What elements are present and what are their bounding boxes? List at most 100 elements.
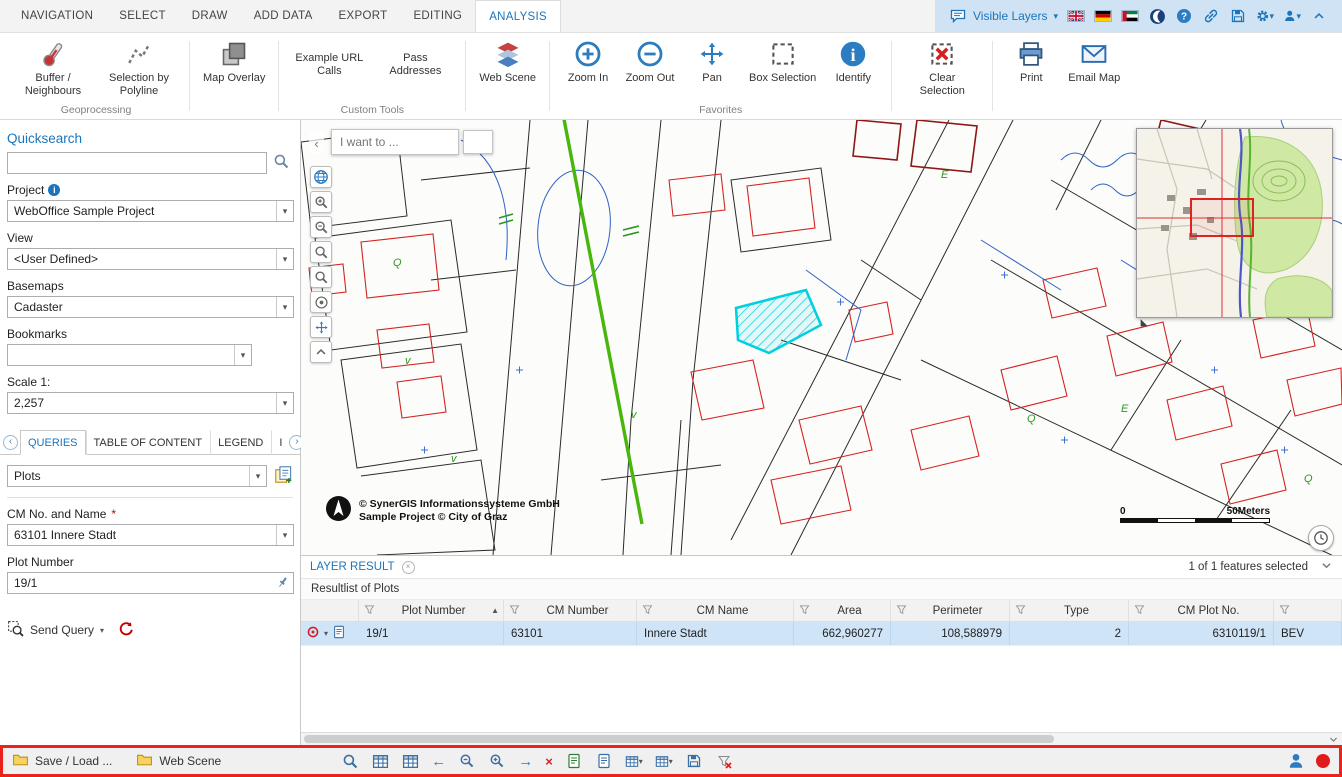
scale-select[interactable]: 2,257 ▾ [7, 392, 294, 414]
report-icon[interactable] [595, 752, 613, 770]
full-extent-tool-icon[interactable] [310, 316, 332, 338]
basemaps-select[interactable]: Cadaster ▾ [7, 296, 294, 318]
zoom-in-button[interactable]: Zoom In [557, 36, 619, 85]
crescent-icon[interactable] [1148, 7, 1166, 25]
filter-icon[interactable] [363, 603, 376, 619]
scroll-down-icon[interactable] [1327, 733, 1340, 745]
time-slider-icon[interactable] [1308, 525, 1334, 551]
next-record-icon[interactable]: → [518, 754, 533, 769]
quicksearch-input[interactable] [7, 152, 267, 174]
remove-selection-icon[interactable]: × [545, 754, 553, 769]
filter-icon[interactable] [1133, 603, 1146, 619]
info-icon[interactable]: i [48, 184, 60, 196]
overview-map[interactable] [1136, 128, 1333, 318]
collapse-ribbon-icon[interactable] [1310, 7, 1328, 25]
zoom-out-button[interactable]: Zoom Out [619, 36, 681, 85]
menu-tab-select[interactable]: SELECT [106, 0, 179, 32]
pan-button[interactable]: Pan [681, 36, 743, 85]
project-select[interactable]: WebOffice Sample Project ▾ [7, 200, 294, 222]
view-select[interactable]: <User Defined> ▾ [7, 248, 294, 270]
save-icon[interactable] [1229, 7, 1247, 25]
identify-button[interactable]: Identify [822, 36, 884, 85]
collapse-tools-icon[interactable] [310, 341, 332, 363]
overview-extent-rectangle[interactable] [1191, 199, 1253, 236]
scrollbar-thumb[interactable] [304, 735, 1054, 743]
send-query-button[interactable]: Send Query [30, 623, 94, 637]
i-want-to-button[interactable] [463, 130, 493, 154]
filter-icon[interactable] [1014, 603, 1027, 619]
result-zoom-icon[interactable] [341, 752, 359, 770]
save-result-icon[interactable] [685, 752, 703, 770]
print-button[interactable]: Print [1000, 36, 1062, 85]
i-want-to-input[interactable] [331, 129, 459, 155]
user-icon[interactable] [1287, 752, 1305, 770]
zoom-next-icon[interactable] [488, 752, 506, 770]
example-url-calls-button[interactable]: Example URL Calls [286, 36, 372, 78]
collapse-panel-icon[interactable] [1320, 559, 1333, 575]
tab-table-of-content[interactable]: TABLE OF CONTENT [86, 430, 211, 455]
menu-tab-add-data[interactable]: ADD DATA [241, 0, 326, 32]
table-export-icon[interactable]: ▾ [625, 752, 643, 770]
zoom-extent-tool-icon[interactable] [310, 266, 332, 288]
menu-tab-navigation[interactable]: NAVIGATION [8, 0, 106, 32]
cm-no-and-name-select[interactable]: 63101 Innere Stadt ▾ [7, 524, 294, 546]
globe-icon[interactable] [310, 166, 332, 188]
map-viewport[interactable]: Q v v E E E Q v E Q ‹ [301, 120, 1342, 555]
close-result-icon[interactable]: × [402, 561, 415, 574]
flag-uk-icon[interactable] [1067, 10, 1085, 22]
filter-icon[interactable] [1278, 603, 1291, 619]
table-row[interactable]: ▾ 19/1 63101 Innere Stadt 662,960277 108… [301, 622, 1342, 646]
filter-icon[interactable] [895, 603, 908, 619]
email-map-button[interactable]: Email Map [1062, 36, 1126, 85]
zoom-to-feature-icon[interactable] [306, 625, 320, 642]
gear-icon[interactable]: ▾ [1256, 7, 1274, 25]
tab-legend[interactable]: LEGEND [210, 430, 271, 455]
feature-info-icon[interactable] [332, 625, 346, 642]
column-perimeter[interactable]: Perimeter [891, 600, 1010, 621]
copy-query-icon[interactable] [274, 465, 293, 487]
tab-queries[interactable]: QUERIES [20, 430, 86, 455]
tab-truncated[interactable]: I [271, 430, 287, 455]
flag-de-icon[interactable] [1094, 10, 1112, 22]
save-load-button[interactable]: Save / Load ... [12, 751, 112, 771]
column-cm-plot-no[interactable]: CM Plot No. [1129, 600, 1274, 621]
prev-record-icon[interactable]: ← [431, 754, 446, 769]
link-icon[interactable] [1202, 7, 1220, 25]
clear-filter-icon[interactable] [715, 752, 733, 770]
sidebar-collapse-icon[interactable]: ‹ [309, 132, 324, 154]
zoom-out-tool-icon[interactable] [310, 216, 332, 238]
visible-layers-dropdown[interactable]: Visible Layers ▾ [949, 7, 1058, 25]
search-icon[interactable] [273, 153, 290, 173]
horizontal-scrollbar[interactable] [301, 732, 1342, 745]
reset-query-icon[interactable] [118, 621, 134, 640]
flag-ae-icon[interactable] [1121, 10, 1139, 22]
table-icon[interactable] [371, 752, 389, 770]
zoom-in-tool-icon[interactable] [310, 191, 332, 213]
excel-export-icon[interactable] [565, 752, 583, 770]
column-cm-number[interactable]: CM Number [504, 600, 637, 621]
menu-tab-editing[interactable]: EDITING [400, 0, 475, 32]
center-map-tool-icon[interactable] [310, 291, 332, 313]
web-scene-button[interactable]: Web Scene [473, 36, 542, 85]
zoom-prev-icon[interactable] [458, 752, 476, 770]
filter-icon[interactable] [641, 603, 654, 619]
zoom-window-tool-icon[interactable] [310, 241, 332, 263]
table-tools-icon[interactable]: ▾ [655, 752, 673, 770]
query-select[interactable]: Plots ▾ [7, 465, 267, 487]
column-type[interactable]: Type [1010, 600, 1129, 621]
clear-selection-button[interactable]: Clear Selection [899, 36, 985, 98]
selection-by-polyline-button[interactable]: Selection by Polyline [96, 36, 182, 98]
filter-icon[interactable] [508, 603, 521, 619]
pin-icon[interactable] [275, 575, 290, 593]
buffer-neighbours-button[interactable]: Buffer / Neighbours [10, 36, 96, 98]
pass-addresses-button[interactable]: Pass Addresses [372, 36, 458, 78]
menu-tab-export[interactable]: EXPORT [326, 0, 401, 32]
web-scene-bottom-button[interactable]: Web Scene [136, 751, 221, 771]
menu-tab-analysis[interactable]: ANALYSIS [475, 0, 561, 32]
bookmarks-select[interactable]: ▾ [7, 344, 252, 366]
box-selection-button[interactable]: Box Selection [743, 36, 822, 85]
layer-result-tab[interactable]: LAYER RESULT [310, 561, 395, 573]
menu-tab-draw[interactable]: DRAW [179, 0, 241, 32]
column-plot-number[interactable]: Plot Number ▲ [359, 600, 504, 621]
filter-icon[interactable] [798, 603, 811, 619]
